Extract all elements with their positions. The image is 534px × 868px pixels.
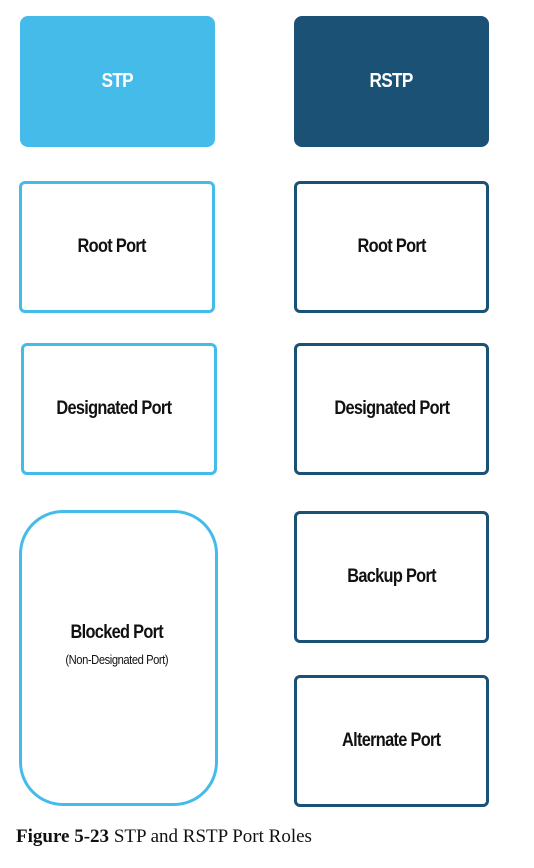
figure-caption-text: STP and RSTP Port Roles (113, 826, 312, 847)
rstp-root-port-label: Root Port (357, 236, 426, 257)
stp-root-port-label: Root Port (77, 236, 147, 257)
rstp-backup-port-box: Backup Port (294, 511, 489, 643)
figure-number: Figure 5-23 (16, 826, 110, 847)
stp-root-port-box: Root Port (19, 181, 215, 313)
stp-designated-port-label: Designated Port (56, 398, 172, 419)
rstp-root-port-box: Root Port (294, 181, 489, 313)
stp-blocked-port-label: Blocked Port (70, 621, 163, 643)
rstp-header: RSTP (294, 16, 489, 147)
rstp-alternate-port-box: Alternate Port (294, 675, 489, 807)
stp-header: STP (20, 16, 215, 147)
rstp-alternate-port-label: Alternate Port (342, 730, 441, 751)
stp-designated-port-box: Designated Port (21, 343, 217, 475)
stp-blocked-port-box: Blocked Port (Non-Designated Port) (19, 510, 218, 806)
stp-header-label: STP (101, 70, 134, 92)
rstp-designated-port-label: Designated Port (333, 398, 450, 419)
stp-blocked-port-note: (Non-Designated Port) (65, 651, 168, 667)
rstp-header-label: RSTP (369, 70, 414, 92)
rstp-designated-port-box: Designated Port (294, 343, 489, 475)
figure-caption: Figure 5-23 STP and RSTP Port Roles (16, 826, 312, 848)
rstp-backup-port-label: Backup Port (347, 566, 436, 587)
